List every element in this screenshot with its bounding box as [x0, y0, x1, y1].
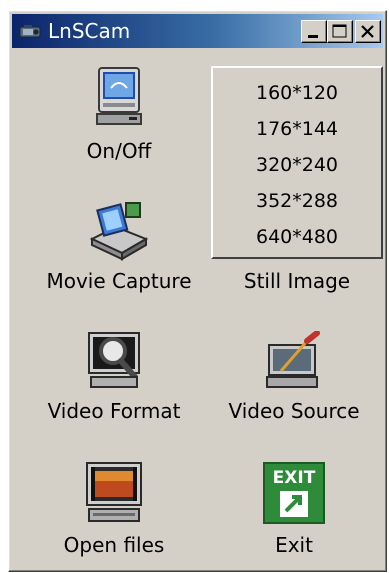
open-files-button[interactable]: Open files [39, 461, 189, 561]
magnifier-monitor-icon [88, 332, 140, 388]
screwdriver-monitor-icon [266, 331, 320, 388]
still-image-label: Still Image [243, 269, 351, 293]
close-button[interactable] [355, 20, 381, 43]
minimize-button[interactable] [301, 20, 327, 43]
camera-icon [19, 25, 41, 38]
resolution-option[interactable]: 176*144 [213, 112, 381, 146]
video-format-label: Video Format [47, 399, 181, 423]
open-files-label: Open files [63, 533, 165, 557]
onoff-button[interactable]: On/Off [69, 66, 169, 176]
resolution-option[interactable]: 640*480 [213, 220, 381, 254]
maximize-button[interactable] [327, 20, 353, 43]
resolution-option[interactable]: 160*120 [213, 76, 381, 110]
close-icon [361, 25, 374, 38]
movie-capture-label: Movie Capture [46, 269, 192, 293]
resolution-option[interactable]: 352*288 [213, 184, 381, 218]
exit-sign-icon: EXIT [263, 462, 325, 524]
window-title: LnSCam [48, 19, 131, 43]
movie-capture-button[interactable]: Movie Capture [29, 199, 209, 299]
film-monitor-icon [86, 462, 142, 522]
video-source-label: Video Source [228, 399, 360, 423]
resolution-list: 160*120 176*144 320*240 352*288 640*480 [211, 66, 383, 259]
title-bar[interactable]: LnSCam [12, 14, 383, 48]
exit-button[interactable]: EXIT Exit [229, 461, 359, 561]
video-format-button[interactable]: Video Format [39, 331, 189, 431]
film-camera-icon [89, 202, 149, 261]
monitor-power-icon [96, 67, 142, 125]
onoff-label: On/Off [86, 139, 152, 163]
resolution-option[interactable]: 320*240 [213, 148, 381, 182]
exit-sign-text: EXIT [273, 468, 316, 488]
video-source-button[interactable]: Video Source [209, 331, 379, 431]
minimize-icon [308, 35, 318, 38]
maximize-icon [332, 24, 347, 38]
exit-label: Exit [275, 533, 313, 557]
lnscam-window: LnSCam On/Off 160*120 176*144 320*240 35… [8, 10, 387, 572]
